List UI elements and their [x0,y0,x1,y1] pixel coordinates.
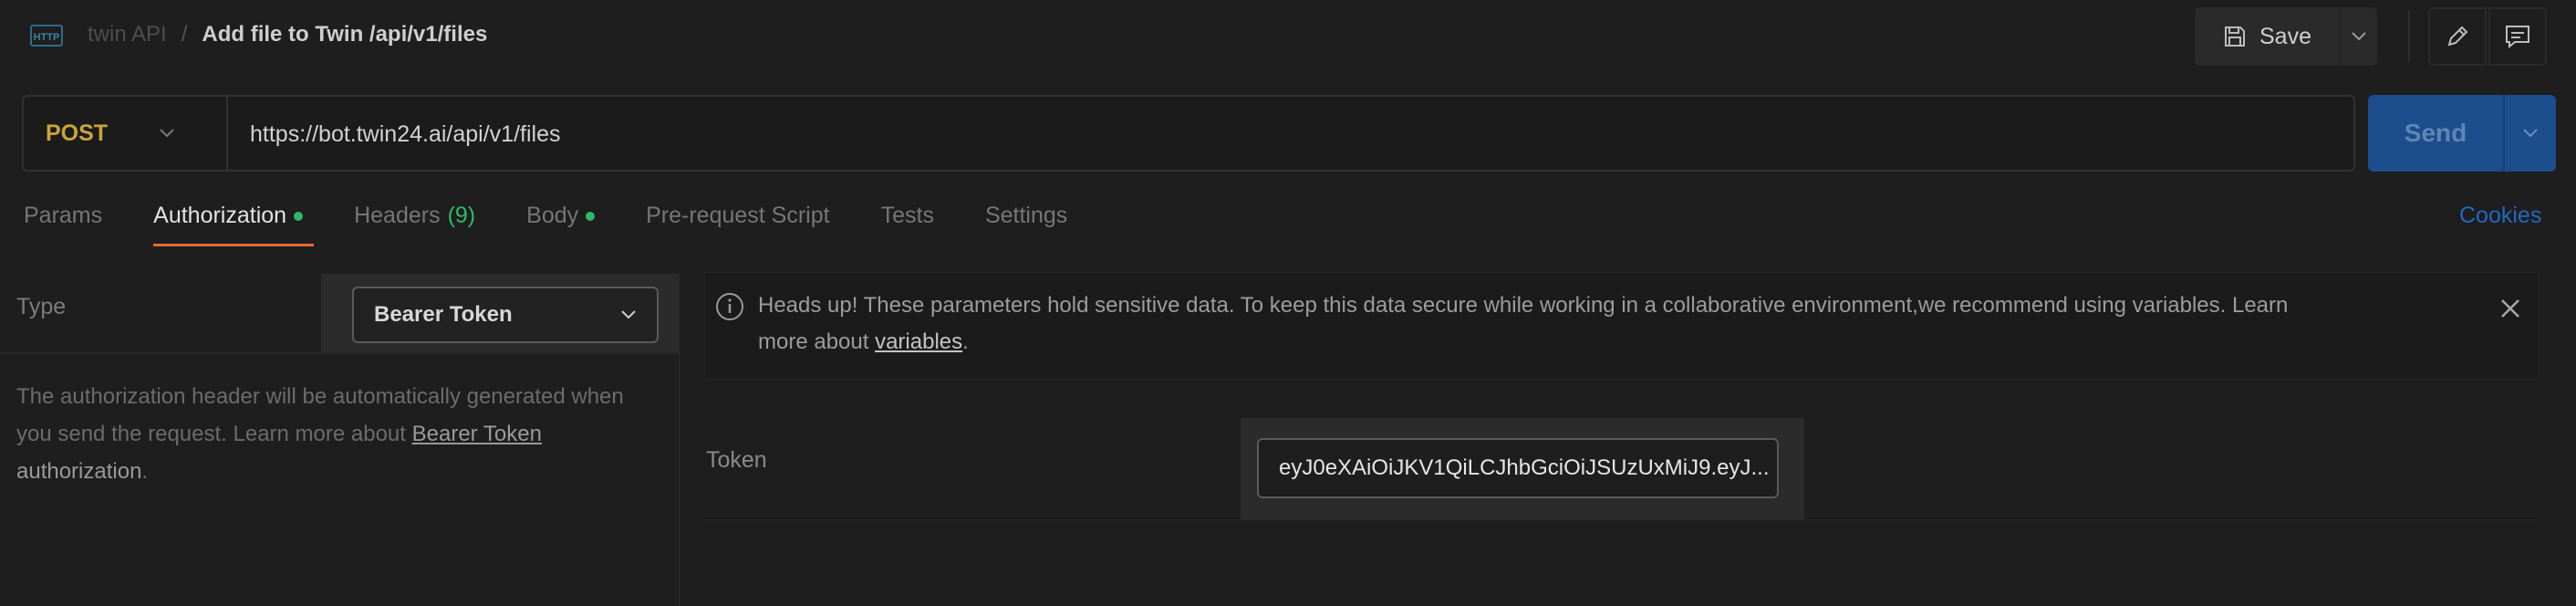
auth-type-select[interactable]: Bearer Token [352,287,659,343]
cookies-link[interactable]: Cookies [2459,203,2541,229]
tab-pre-request-script[interactable]: Pre-request Script [646,203,851,248]
send-button-group: Send [2368,95,2556,172]
url-input[interactable] [248,115,2259,153]
tab-count: (9) [447,203,476,228]
chevron-down-icon [2352,32,2366,41]
comments-button[interactable] [2488,7,2547,66]
breadcrumb-collection[interactable]: twin API [88,22,167,47]
save-options-button[interactable] [2340,7,2377,66]
tab-tests[interactable]: Tests [881,203,956,248]
header-divider [2408,11,2410,62]
chevron-down-icon [160,129,174,138]
save-button[interactable]: Save [2195,7,2340,66]
status-dot [294,212,304,221]
method-label: POST [46,120,109,146]
tab-label: Authorization [153,203,287,228]
auth-type-panel: Type Bearer Token The authorization head… [0,272,680,606]
bearer-token-link[interactable]: Bearer Token [412,422,542,446]
auth-description-tail: authorization [16,459,142,484]
save-button-group: Save [2195,7,2377,66]
variables-link[interactable]: variables [875,329,962,354]
chevron-down-icon [621,310,636,319]
tab-label: Params [24,203,103,228]
send-button[interactable]: Send [2368,95,2503,172]
auth-type-value: Bearer Token [374,302,513,327]
breadcrumb: twin API / Add file to Twin /api/v1/file… [88,22,487,47]
edit-button[interactable] [2428,7,2487,66]
tab-headers[interactable]: Headers (9) [354,203,497,248]
http-icon: HTTP [27,20,66,51]
alert-end: . [962,329,969,354]
pencil-icon [2447,26,2468,47]
token-input[interactable]: eyJ0eXAiOiJKV1QiLCJhbGciOiJSUzUxMiJ9.eyJ… [1257,438,1779,498]
alert-message: Heads up! These parameters hold sensitiv… [758,287,2290,360]
close-icon [2501,299,2519,318]
comment-icon [2506,26,2529,49]
breadcrumb-separator: / [181,22,188,47]
tab-label: Body [526,203,579,228]
alert-text: Heads up! These parameters hold sensitiv… [758,293,2289,354]
auth-type-row: Type Bearer Token [0,272,680,354]
alert-close-button[interactable] [2495,293,2526,324]
method-select[interactable]: POST [24,97,228,170]
tab-label: Pre-request Script [646,203,830,228]
chevron-down-icon [2523,129,2538,138]
tab-body[interactable]: Body [526,203,617,248]
tab-settings[interactable]: Settings [985,203,1089,248]
tab-authorization[interactable]: Authorization [153,203,325,248]
save-label: Save [2259,23,2311,49]
url-bar: POST [22,95,2355,172]
save-icon [2225,26,2245,47]
tab-label: Settings [984,203,1068,228]
tab-label: Headers [354,203,441,228]
auth-type-label: Type [16,294,67,319]
sensitive-data-alert: Heads up! These parameters hold sensitiv… [704,272,2540,380]
request-tabs: Params Authorization Headers (9) Body Pre… [24,203,1118,248]
status-dot [586,212,596,221]
info-icon [716,293,743,320]
auth-description-end: . [141,459,149,484]
token-label: Token [706,447,767,473]
tab-params[interactable]: Params [24,203,124,248]
tab-label: Tests [880,203,934,228]
token-row: Token eyJ0eXAiOiJKV1QiLCJhbGciOiJSUzUxMi… [704,416,2540,520]
send-options-button[interactable] [2503,95,2556,172]
svg-text:HTTP: HTTP [34,32,60,43]
request-name[interactable]: Add file to Twin /api/v1/files [202,22,487,47]
auth-description: The authorization header will be automat… [16,378,660,490]
